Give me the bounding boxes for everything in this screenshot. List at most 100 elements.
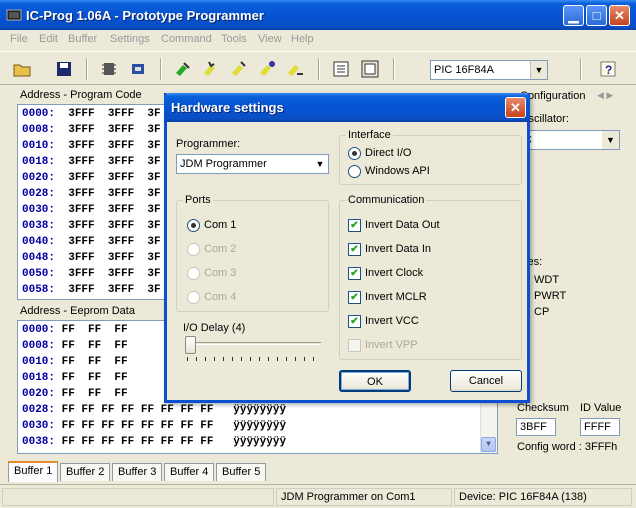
scroll-down-icon[interactable]: ▼ [481,437,496,452]
invert-data-in-checkbox[interactable]: ✔ [348,243,361,256]
ports-group: Ports Com 1 Com 2 Com 3 Com 4 [176,194,329,312]
direct-io-radio[interactable] [348,147,361,160]
view-buffer-icon[interactable] [331,59,351,79]
chevron-down-icon[interactable]: ▼ [312,155,328,173]
table-row: 0030: FF FF FF FF FF FF FF FF ÿÿÿÿÿÿÿÿ [22,420,287,432]
minimize-button[interactable]: ▁ [563,5,584,26]
cpu-settings-icon[interactable] [128,59,148,79]
app-icon [6,9,22,21]
view-assembler-icon[interactable] [360,59,380,79]
tab-buffer-5[interactable]: Buffer 5 [216,463,267,481]
cancel-button[interactable]: Cancel [450,370,522,392]
program-icon[interactable] [201,59,221,79]
dialog-title-bar[interactable]: Hardware settings ✕ [164,93,530,122]
com3-label: Com 3 [204,267,237,279]
erase-icon[interactable] [229,59,249,79]
com4-radio[interactable] [187,291,200,304]
blank-check-icon[interactable] [285,59,305,79]
menu-file[interactable]: File [10,33,28,45]
table-row: 0018: 3FFF 3FFF 3F [22,156,161,168]
chip-icon[interactable] [99,59,119,79]
invert-mclr-checkbox[interactable]: ✔ [348,291,361,304]
invert-vcc-label: Invert VCC [365,315,419,327]
invert-clock-checkbox[interactable]: ✔ [348,267,361,280]
menu-help[interactable]: Help [291,33,314,45]
open-folder-icon[interactable] [12,59,32,79]
invert-mclr-label: Invert MCLR [365,291,427,303]
table-row: 0038: 3FFF 3FFF 3F [22,220,161,232]
menu-buffer[interactable]: Buffer [68,33,97,45]
table-row: 0048: 3FFF 3FFF 3F [22,252,161,264]
tab-buffer-2[interactable]: Buffer 2 [60,463,111,481]
menu-settings[interactable]: Settings [110,33,150,45]
invert-data-out-checkbox[interactable]: ✔ [348,219,361,232]
chevron-down-icon[interactable]: ▼ [602,131,619,149]
table-row: 0000: 3FFF 3FFF 3F [22,108,161,120]
toolbar: PIC 16F84A ▼ ? [0,51,636,85]
table-row: 0050: 3FFF 3FFF 3F [22,268,161,280]
tab-buffer-1[interactable]: Buffer 1 [8,461,59,482]
id-value-field[interactable]: FFFF [580,418,620,436]
com3-radio[interactable] [187,267,200,280]
status-bar: JDM Programmer on Com1 Device: PIC 16F84… [0,484,636,508]
chevron-down-icon[interactable]: ▼ [530,61,547,79]
menu-tools[interactable]: Tools [221,33,247,45]
programmer-label: Programmer: [176,138,241,150]
ok-button[interactable]: OK [339,370,411,392]
menu-command[interactable]: Command [161,33,212,45]
communication-group: Communication ✔ Invert Data Out ✔ Invert… [339,194,522,360]
com2-radio[interactable] [187,243,200,256]
windows-api-radio[interactable] [348,165,361,178]
table-row: 0000: FF FF FF [22,324,128,336]
direct-io-label: Direct I/O [365,147,412,159]
device-select-value: PIC 16F84A [434,64,494,76]
table-row: 0020: 3FFF 3FFF 3F [22,172,161,184]
table-row: 0018: FF FF FF [22,372,128,384]
dialog-close-button[interactable]: ✕ [505,97,526,118]
ports-label: Ports [183,194,213,206]
window-title-bar[interactable]: IC-Prog 1.06A - Prototype Programmer ▁ □… [0,0,636,30]
table-row: 0020: FF FF FF [22,388,128,400]
windows-api-label: Windows API [365,165,430,177]
program-code-grid[interactable]: 0000: 3FFF 3FFF 3F 0008: 3FFF 3FFF 3F 00… [17,104,172,300]
device-select[interactable]: PIC 16F84A ▼ [430,60,548,80]
menu-view[interactable]: View [258,33,282,45]
io-delay-slider-thumb[interactable] [185,336,196,354]
menu-bar: File Edit Buffer Settings Command Tools … [0,30,636,50]
window-title: IC-Prog 1.06A - Prototype Programmer [26,8,264,23]
tab-buffer-4[interactable]: Buffer 4 [164,463,215,481]
interface-label: Interface [346,129,393,141]
invert-vpp-label: Invert VPP [365,339,418,351]
verify-icon[interactable] [257,59,277,79]
eeprom-data-label: Address - Eeprom Data [20,305,135,317]
invert-vcc-checkbox[interactable]: ✔ [348,315,361,328]
hardware-settings-dialog: Hardware settings ✕ Programmer: JDM Prog… [164,93,530,403]
read-icon[interactable] [173,59,193,79]
help-icon[interactable]: ? [598,59,618,79]
fuse-pwrt[interactable]: PWRT [534,290,566,302]
communication-label: Communication [346,194,427,206]
table-row: 0010: FF FF FF [22,356,128,368]
status-device: Device: PIC 16F84A (138) [454,488,632,506]
programmer-select-value: JDM Programmer [180,158,267,170]
com1-radio[interactable] [187,219,200,232]
id-value-label: ID Value [580,402,622,414]
config-word: Config word : 3FFFh [517,441,618,453]
oscillator-select[interactable]: C ▼ [520,130,620,150]
checksum-label: Checksum [517,402,569,414]
save-disk-icon[interactable] [54,59,74,79]
com2-label: Com 2 [204,243,237,255]
checksum-field[interactable]: 3BFF [516,418,556,436]
invert-vpp-checkbox[interactable] [348,339,361,352]
fuse-cp[interactable]: CP [534,306,549,318]
fuse-wdt[interactable]: WDT [534,274,559,286]
config-nav-arrows-icon[interactable]: ◀ ▶ [597,90,613,101]
interface-group: Interface Direct I/O Windows API [339,129,522,185]
programmer-select[interactable]: JDM Programmer ▼ [176,154,329,174]
close-button[interactable]: ✕ [609,5,630,26]
tab-buffer-3[interactable]: Buffer 3 [112,463,163,481]
table-row: 0040: 3FFF 3FFF 3F [22,236,161,248]
maximize-button[interactable]: □ [586,5,607,26]
menu-edit[interactable]: Edit [39,33,58,45]
svg-text:?: ? [605,63,612,77]
